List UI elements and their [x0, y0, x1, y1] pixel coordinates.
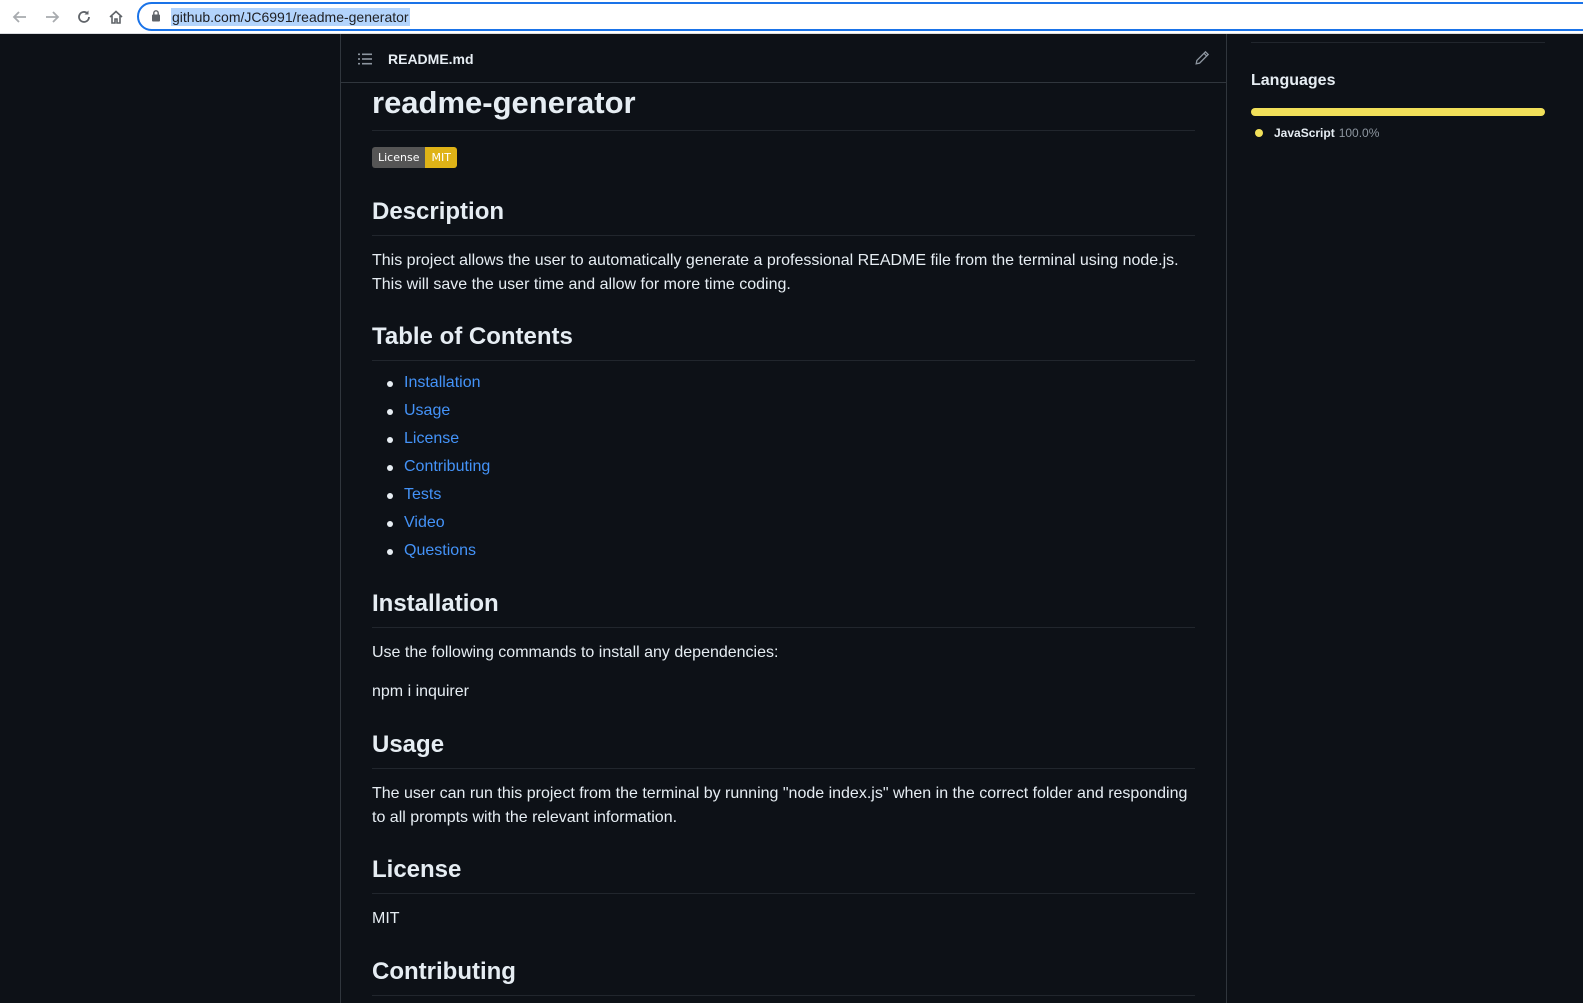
toc-item: Contributing	[372, 453, 490, 481]
language-percent: 100.0%	[1338, 126, 1380, 140]
reload-icon	[78, 10, 90, 23]
installation-command: npm i inquirer	[372, 683, 469, 700]
usage-text: The user can run this project from the t…	[372, 785, 1188, 826]
toc-link-usage[interactable]: Usage	[404, 402, 450, 419]
license-badge: License MIT	[372, 147, 457, 168]
forward-button[interactable]	[39, 4, 65, 30]
toc-link-installation[interactable]: Installation	[404, 374, 481, 391]
readme-filename[interactable]: README.md	[388, 50, 474, 68]
toc-item: Video	[372, 509, 490, 537]
language-color-dot	[1255, 129, 1263, 137]
toc-link-contributing[interactable]: Contributing	[404, 458, 490, 475]
back-arrow-icon	[12, 11, 26, 23]
badge-label: License	[372, 147, 426, 168]
heading-license: License	[372, 855, 1195, 894]
toc-item: Usage	[372, 397, 490, 425]
toc-link-questions[interactable]: Questions	[404, 542, 476, 559]
home-icon	[109, 10, 123, 24]
badge-value: MIT	[425, 147, 457, 168]
language-item-javascript[interactable]: JavaScript 100.0%	[1255, 124, 1379, 142]
toc-item: Installation	[372, 369, 490, 397]
languages-title: Languages	[1251, 72, 1336, 89]
reload-button[interactable]	[71, 4, 97, 30]
readme-title: readme-generator	[372, 83, 1195, 131]
readme-header: README.md	[341, 34, 1226, 83]
heading-description: Description	[372, 197, 1195, 236]
installation-text: Use the following commands to install an…	[372, 644, 779, 661]
heading-table-of-contents: Table of Contents	[372, 322, 1195, 361]
pencil-icon[interactable]	[1194, 50, 1210, 66]
readme-panel: README.md readme-generator License MIT D…	[340, 34, 1227, 1003]
description-text: This project allows the user to automati…	[372, 252, 1179, 293]
toc-item: Tests	[372, 481, 490, 509]
toc-link-tests[interactable]: Tests	[404, 486, 441, 503]
toc-link-video[interactable]: Video	[404, 514, 445, 531]
toc-item: Questions	[372, 537, 490, 565]
browser-toolbar: github.com/JC6991/readme-generator	[0, 0, 1583, 34]
url-text[interactable]: github.com/JC6991/readme-generator	[171, 8, 410, 26]
lock-icon	[152, 10, 160, 22]
forward-arrow-icon	[46, 11, 60, 23]
sidebar-divider	[1251, 42, 1545, 43]
language-name: JavaScript	[1274, 126, 1335, 140]
toc-link-license[interactable]: License	[404, 430, 459, 447]
license-text: MIT	[372, 910, 400, 927]
back-button[interactable]	[7, 4, 33, 30]
toc-item: License	[372, 425, 490, 453]
languages-bar	[1251, 108, 1545, 116]
table-of-contents: Installation Usage License Contributing …	[372, 369, 490, 565]
heading-installation: Installation	[372, 589, 1195, 628]
heading-contributing: Contributing	[372, 957, 1195, 996]
list-icon[interactable]	[357, 51, 373, 67]
address-bar[interactable]: github.com/JC6991/readme-generator	[137, 2, 1583, 31]
heading-usage: Usage	[372, 730, 1195, 769]
home-button[interactable]	[103, 4, 129, 30]
